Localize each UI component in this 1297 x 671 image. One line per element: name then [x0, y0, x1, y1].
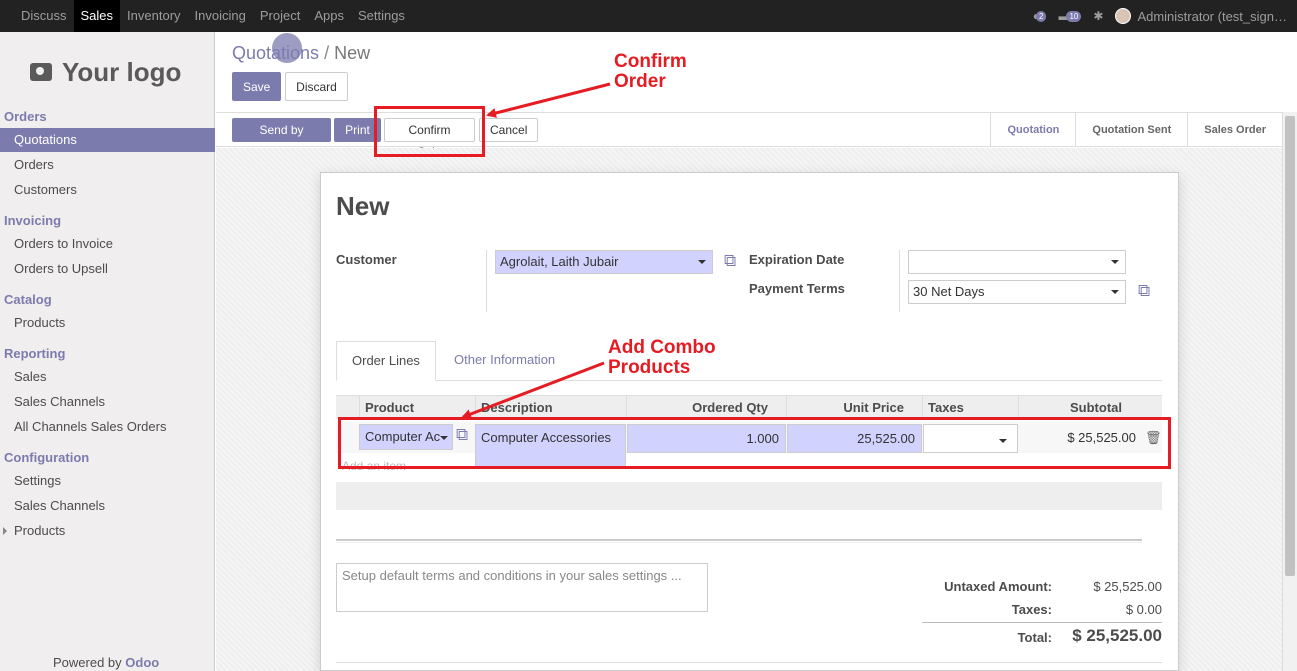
camera-icon: [30, 63, 52, 81]
customer-field[interactable]: Agrolait, Laith Jubair: [495, 250, 713, 274]
untaxed-amount-label: Untaxed Amount:: [944, 579, 1052, 594]
send-by-email-button[interactable]: Send by Email: [232, 118, 331, 159]
topnav-settings[interactable]: Settings: [351, 0, 412, 32]
annotation-line: Add Combo: [608, 337, 716, 358]
customer-label: Customer: [336, 252, 397, 267]
breadcrumb-separator: /: [324, 43, 330, 63]
sidebar: Your logo Orders Quotations Orders Custo…: [0, 32, 215, 671]
annotation-line: Order: [614, 71, 666, 92]
external-link-icon[interactable]: ⧉: [724, 252, 742, 271]
total-label: Total:: [1017, 630, 1052, 645]
sidebar-section-configuration[interactable]: Configuration: [4, 450, 89, 465]
systray: ◐2 ▬10 ✱ Administrator (test_sign…: [1033, 0, 1297, 32]
scrollbar-thumb[interactable]: [1285, 116, 1295, 576]
total-value: $ 25,525.00: [1072, 626, 1162, 645]
tab-order-lines[interactable]: Order Lines: [336, 341, 436, 381]
topnav-sales[interactable]: Sales: [73, 0, 121, 32]
sidebar-item-sales[interactable]: Sales: [0, 365, 215, 389]
arrow-to-confirm-sale: [486, 82, 611, 118]
powered-by-text: Powered by: [53, 655, 122, 670]
totals-divider: [922, 622, 1162, 623]
taxes-value: $ 0.00: [1125, 602, 1162, 617]
powered-by: Powered by Odoo: [53, 655, 159, 670]
company-logo[interactable]: Your logo: [30, 54, 190, 90]
sheet-bottom-divider: [336, 662, 1162, 663]
annotation-line: Confirm: [614, 51, 687, 72]
sidebar-section-orders[interactable]: Orders: [4, 109, 47, 124]
discard-button[interactable]: Discard: [285, 72, 348, 101]
stage-quotation-sent[interactable]: Quotation Sent: [1075, 113, 1187, 147]
payment-terms-field[interactable]: 30 Net Days: [908, 280, 1126, 304]
tab-other-information[interactable]: Other Information: [439, 341, 570, 381]
divider: [899, 250, 900, 312]
terms-conditions-input[interactable]: Setup default terms and conditions in yo…: [336, 563, 708, 612]
breadcrumb-current: New: [334, 43, 371, 63]
order-line-highlight-box: [338, 417, 1171, 469]
topnav-inventory[interactable]: Inventory: [120, 0, 187, 32]
divider: [486, 250, 487, 312]
sidebar-item-quotations[interactable]: Quotations: [0, 128, 215, 152]
sidebar-item-products[interactable]: Products: [0, 311, 215, 335]
sidebar-item-settings[interactable]: Settings: [0, 469, 215, 493]
annotation-line: Products: [608, 357, 691, 378]
external-link-icon[interactable]: ⧉: [1138, 282, 1156, 301]
confirm-sale-highlight-box: [374, 106, 485, 157]
avatar: [1115, 8, 1132, 24]
taxes-label: Taxes:: [1011, 602, 1052, 617]
chevron-down-icon[interactable]: [1111, 260, 1119, 264]
payment-terms-label: Payment Terms: [749, 281, 845, 296]
logo-text: Your logo: [62, 56, 182, 87]
chevron-down-icon[interactable]: [698, 260, 706, 264]
sidebar-item-orders[interactable]: Orders: [0, 153, 215, 177]
customer-value: Agrolait, Laith Jubair: [500, 254, 619, 269]
payment-terms-value: 30 Net Days: [913, 284, 985, 299]
sidebar-item-orders-to-invoice[interactable]: Orders to Invoice: [0, 232, 215, 256]
chevron-down-icon[interactable]: [1111, 290, 1119, 294]
user-name: Administrator (test_sign…: [1137, 8, 1287, 24]
scrollbar[interactable]: [1282, 112, 1297, 671]
annotation-confirm-order: Confirm Order: [614, 52, 687, 92]
topnav-invoicing[interactable]: Invoicing: [188, 0, 253, 32]
annotation-add-combo-products: Add Combo Products: [608, 338, 716, 378]
top-navbar: Discuss Sales Inventory Invoicing Projec…: [0, 0, 1297, 32]
sidebar-section-catalog[interactable]: Catalog: [4, 292, 52, 307]
sidebar-item-config-products[interactable]: Products: [0, 519, 215, 543]
expiration-date-label: Expiration Date: [749, 252, 845, 267]
activity-count-badge: 10: [1066, 10, 1082, 22]
stage-pipeline: Quotation Quotation Sent Sales Order: [990, 113, 1282, 147]
stage-quotation[interactable]: Quotation: [990, 113, 1075, 147]
table-footer: [336, 539, 1142, 543]
odoo-link[interactable]: Odoo: [125, 655, 159, 670]
sidebar-item-all-channels-sales-orders[interactable]: All Channels Sales Orders: [0, 415, 215, 439]
expiration-date-field[interactable]: [908, 250, 1126, 274]
sidebar-item-sales-channels[interactable]: Sales Channels: [0, 390, 215, 414]
sidebar-item-label: Products: [14, 523, 66, 538]
save-button[interactable]: Save: [232, 72, 281, 101]
caret-right-icon: [3, 527, 7, 535]
mouse-cursor-indicator: [272, 33, 302, 63]
sidebar-item-customers[interactable]: Customers: [0, 178, 215, 202]
order-lines-header: Product Description Ordered Qty Unit Pri…: [336, 395, 1162, 420]
user-menu[interactable]: Administrator (test_sign…: [1115, 8, 1287, 24]
topnav-discuss[interactable]: Discuss: [14, 0, 74, 32]
chat-icon[interactable]: ◐2: [1033, 9, 1047, 23]
bug-icon[interactable]: ✱: [1093, 9, 1103, 23]
sidebar-section-invoicing[interactable]: Invoicing: [4, 213, 61, 228]
table-empty-row: [336, 482, 1162, 510]
page-title: New: [336, 191, 390, 221]
untaxed-amount-value: $ 25,525.00: [1093, 579, 1162, 594]
chat-count-badge: 2: [1036, 10, 1047, 22]
topnav-project[interactable]: Project: [253, 0, 307, 32]
sidebar-item-orders-to-upsell[interactable]: Orders to Upsell: [0, 257, 215, 281]
cancel-button[interactable]: Cancel: [479, 118, 538, 142]
topnav-apps[interactable]: Apps: [307, 0, 351, 32]
stage-sales-order[interactable]: Sales Order: [1187, 113, 1282, 147]
sidebar-item-config-sales-channels[interactable]: Sales Channels: [0, 494, 215, 518]
sidebar-section-reporting[interactable]: Reporting: [4, 346, 65, 361]
activity-icon[interactable]: ▬ 10: [1058, 9, 1082, 23]
